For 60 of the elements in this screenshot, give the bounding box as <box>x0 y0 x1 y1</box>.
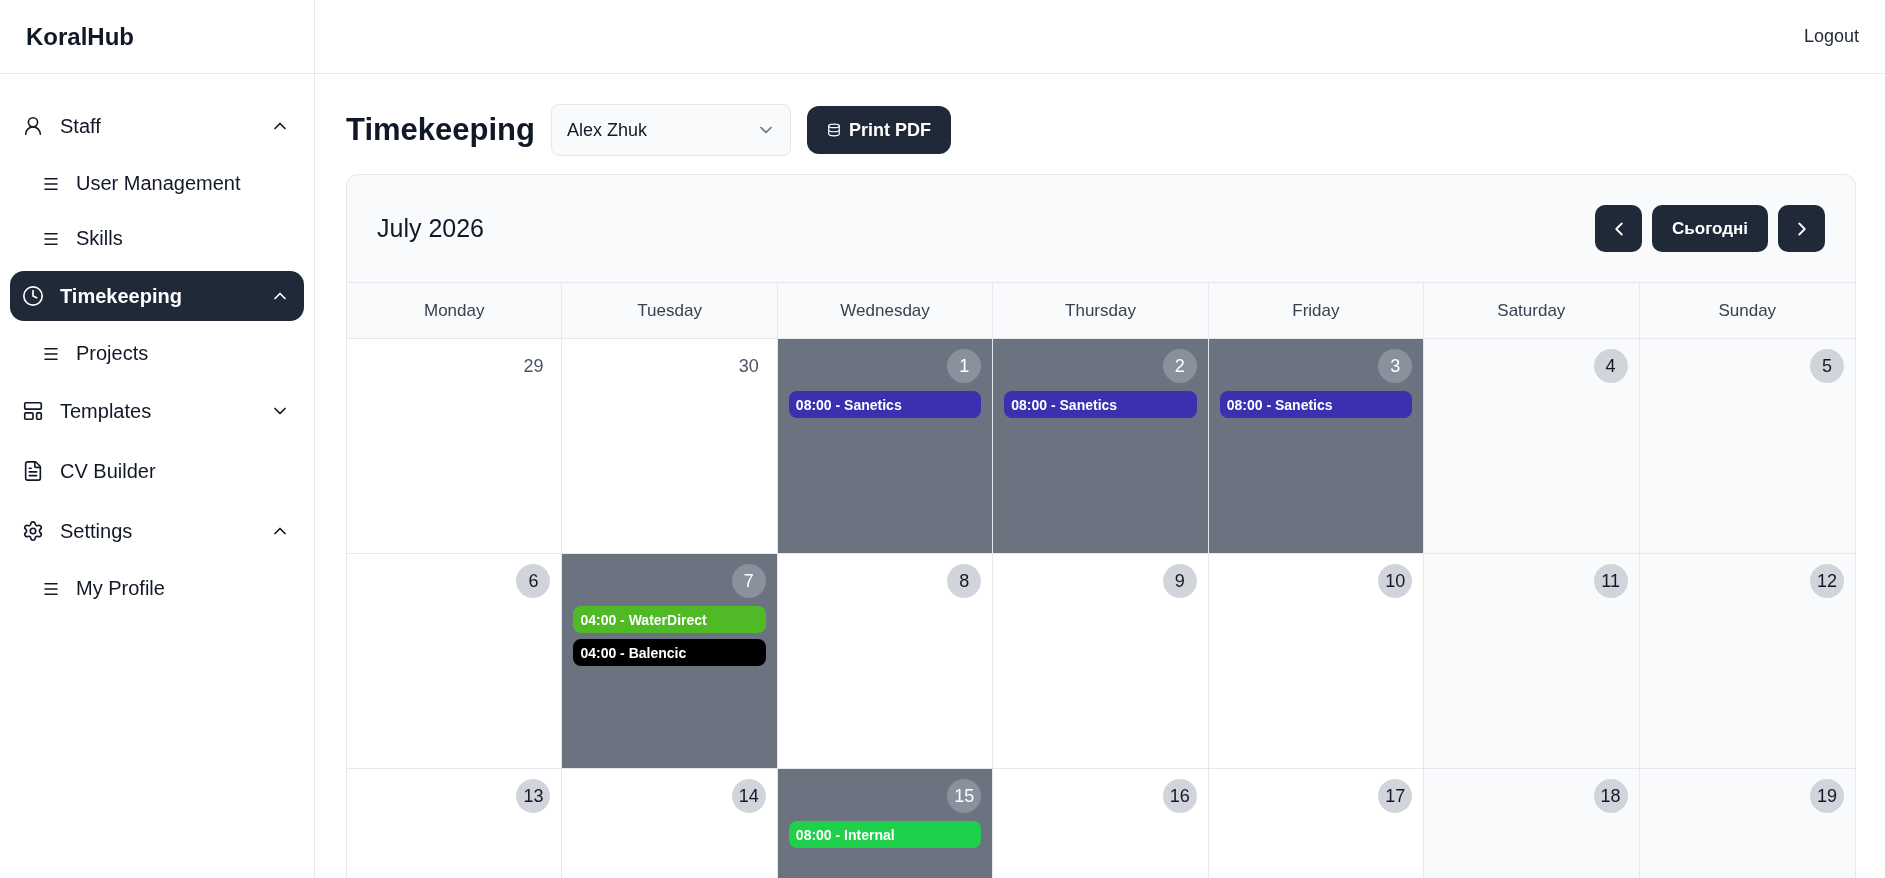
day-number: 1 <box>947 349 982 383</box>
sidebar-subitem[interactable]: My Profile <box>10 561 304 616</box>
day-number: 30 <box>737 354 760 378</box>
today-button[interactable]: Сьогодні <box>1652 205 1768 252</box>
day-number: 17 <box>1378 779 1413 813</box>
day-cell[interactable]: 11 <box>1424 554 1640 769</box>
sidebar-item[interactable]: Templates <box>10 386 304 436</box>
day-number: 7 <box>731 564 766 598</box>
day-cell[interactable]: 30 <box>562 339 778 554</box>
previous-button[interactable] <box>1595 205 1643 252</box>
time-entry[interactable]: 04:00 - Balencic <box>573 639 766 666</box>
sidebar-subitem[interactable]: User Management <box>10 156 304 211</box>
day-number: 4 <box>1593 349 1628 383</box>
sidebar-subitem[interactable]: Skills <box>10 211 304 266</box>
user-select[interactable]: Alex Zhuk <box>550 104 791 156</box>
day-number: 29 <box>522 354 545 378</box>
day-cell[interactable]: 1 08:00 - Sanetics <box>777 339 994 554</box>
day-cell[interactable]: 2 08:00 - Sanetics <box>993 339 1209 554</box>
day-cell[interactable]: 14 <box>562 769 778 878</box>
time-entry[interactable]: 08:00 - Sanetics <box>1219 391 1413 418</box>
day-number: 16 <box>1162 779 1197 813</box>
day-number: 14 <box>731 779 766 813</box>
day-number: 6 <box>516 564 551 598</box>
day-cell[interactable]: 3 08:00 - Sanetics <box>1208 339 1425 554</box>
day-cell[interactable]: 13 <box>347 769 563 878</box>
sidebar-item[interactable]: Settings <box>10 506 304 556</box>
day-cell[interactable]: 17 <box>1208 769 1425 878</box>
day-number: 11 <box>1593 564 1628 598</box>
day-number: 5 <box>1810 349 1844 383</box>
day-cell[interactable]: 16 <box>993 769 1209 878</box>
day-number: 18 <box>1593 779 1628 813</box>
day-number: 3 <box>1378 349 1413 383</box>
day-number: 15 <box>947 779 982 813</box>
sidebar-item[interactable]: CV Builder <box>10 446 304 496</box>
day-cell[interactable]: 29 <box>347 339 563 554</box>
sidebar-item[interactable]: Timekeeping <box>10 271 304 321</box>
day-number: 8 <box>947 564 982 598</box>
day-cell[interactable]: 9 <box>993 554 1209 769</box>
logout-link[interactable]: Logout <box>1803 26 1859 47</box>
day-number: 9 <box>1162 564 1197 598</box>
day-cell[interactable]: 6 <box>347 554 563 769</box>
month-title: July 2026 <box>377 214 485 243</box>
database-icon <box>826 123 841 137</box>
day-cell[interactable]: 10 <box>1208 554 1425 769</box>
next-button[interactable] <box>1778 205 1825 252</box>
brand-name: KoralHub <box>26 22 134 51</box>
print-pdf-button[interactable]: Print PDF <box>806 106 951 154</box>
day-number: 2 <box>1162 349 1197 383</box>
day-cell[interactable]: 8 <box>777 554 994 769</box>
sidebar-item[interactable]: Staff <box>10 101 304 151</box>
day-number: 12 <box>1810 564 1844 598</box>
page-title: Timekeeping <box>346 112 535 148</box>
day-cell[interactable]: 4 <box>1424 339 1640 554</box>
sidebar-subitem[interactable]: Projects <box>10 326 304 381</box>
day-cell[interactable]: 7 04:00 - WaterDirect 04:00 - Balencic <box>562 554 778 769</box>
day-number: 19 <box>1810 779 1844 813</box>
time-entry[interactable]: 08:00 - Sanetics <box>788 391 982 418</box>
day-number: 10 <box>1378 564 1413 598</box>
time-entry[interactable]: 08:00 - Sanetics <box>1004 391 1197 418</box>
day-number: 13 <box>516 779 551 813</box>
